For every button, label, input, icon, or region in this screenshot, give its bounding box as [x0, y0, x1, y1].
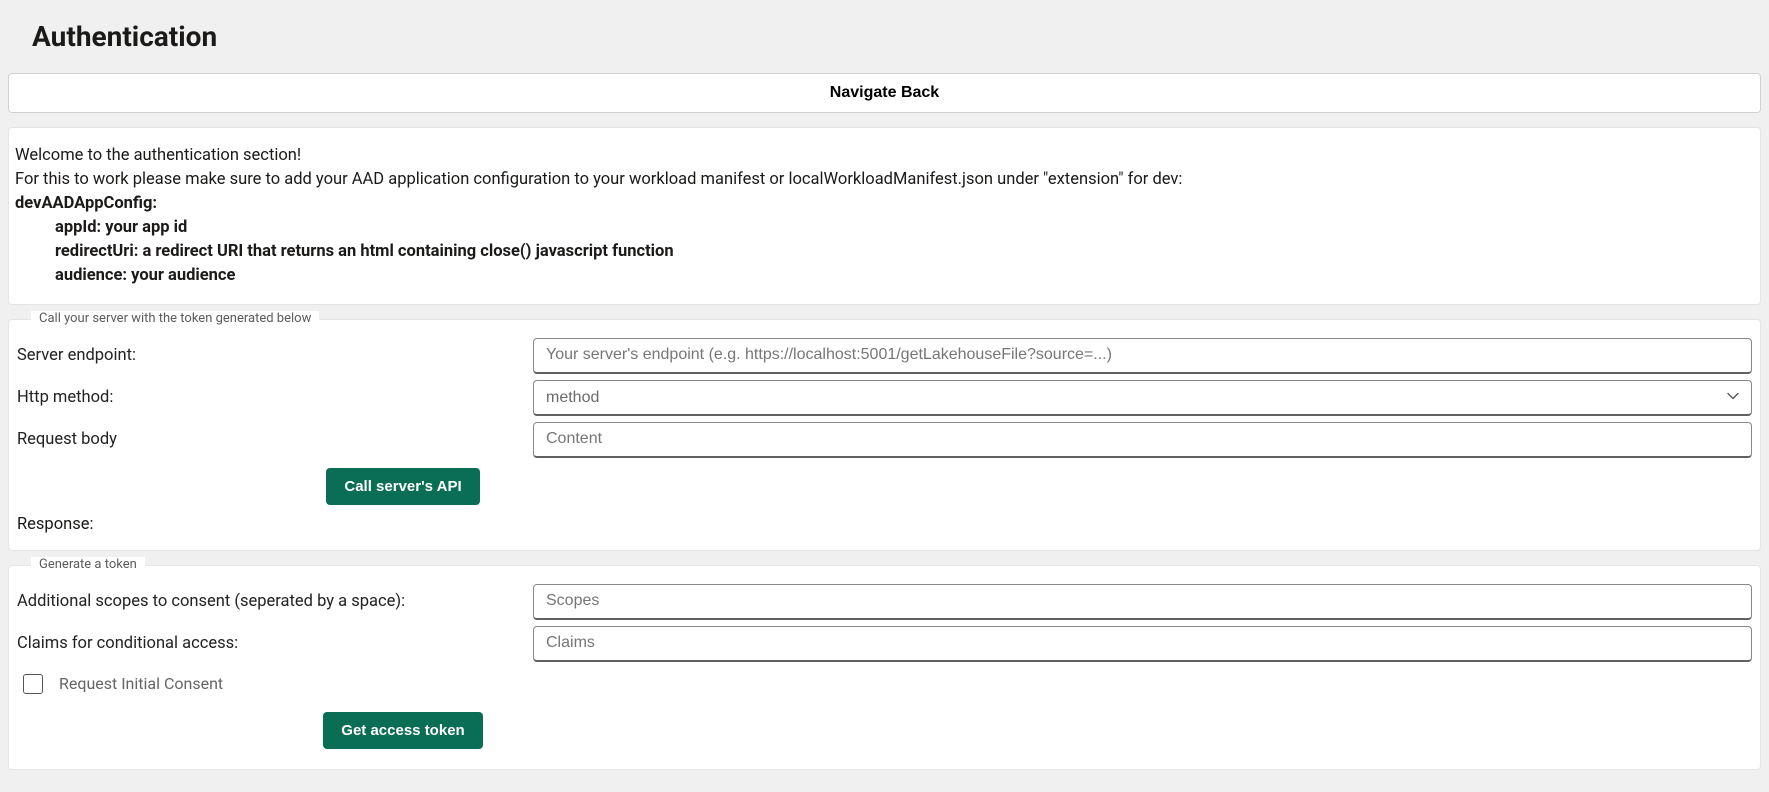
scopes-input[interactable]: [533, 584, 1752, 620]
server-call-legend: Call your server with the token generate…: [31, 311, 319, 326]
request-body-label: Request body: [13, 430, 533, 449]
scopes-label: Additional scopes to consent (seperated …: [13, 592, 533, 611]
server-endpoint-label: Server endpoint:: [13, 346, 533, 365]
request-initial-consent-label[interactable]: Request Initial Consent: [59, 674, 223, 693]
page-title: Authentication: [32, 20, 1761, 53]
config-header: devAADAppConfig:: [15, 192, 1748, 216]
navigate-back-button[interactable]: Navigate Back: [8, 73, 1761, 113]
http-method-select[interactable]: method: [533, 380, 1752, 416]
intro-line-1: Welcome to the authentication section!: [15, 144, 1748, 168]
generate-token-legend: Generate a token: [31, 557, 145, 572]
config-appid: appId: your app id: [15, 216, 1748, 240]
claims-input[interactable]: [533, 626, 1752, 662]
server-call-fieldset: Call your server with the token generate…: [8, 319, 1761, 551]
call-server-api-button[interactable]: Call server's API: [326, 468, 479, 505]
response-label: Response:: [13, 511, 1752, 536]
config-redirecturi: redirectUri: a redirect URI that returns…: [15, 240, 1748, 264]
config-audience: audience: your audience: [15, 264, 1748, 288]
server-endpoint-input[interactable]: [533, 338, 1752, 374]
intro-panel: Welcome to the authentication section! F…: [8, 127, 1761, 305]
request-initial-consent-checkbox[interactable]: [23, 674, 43, 694]
http-method-label: Http method:: [13, 388, 533, 407]
request-body-input[interactable]: [533, 422, 1752, 458]
intro-line-2: For this to work please make sure to add…: [15, 168, 1748, 192]
claims-label: Claims for conditional access:: [13, 634, 533, 653]
get-access-token-button[interactable]: Get access token: [323, 712, 482, 749]
generate-token-fieldset: Generate a token Additional scopes to co…: [8, 565, 1761, 770]
